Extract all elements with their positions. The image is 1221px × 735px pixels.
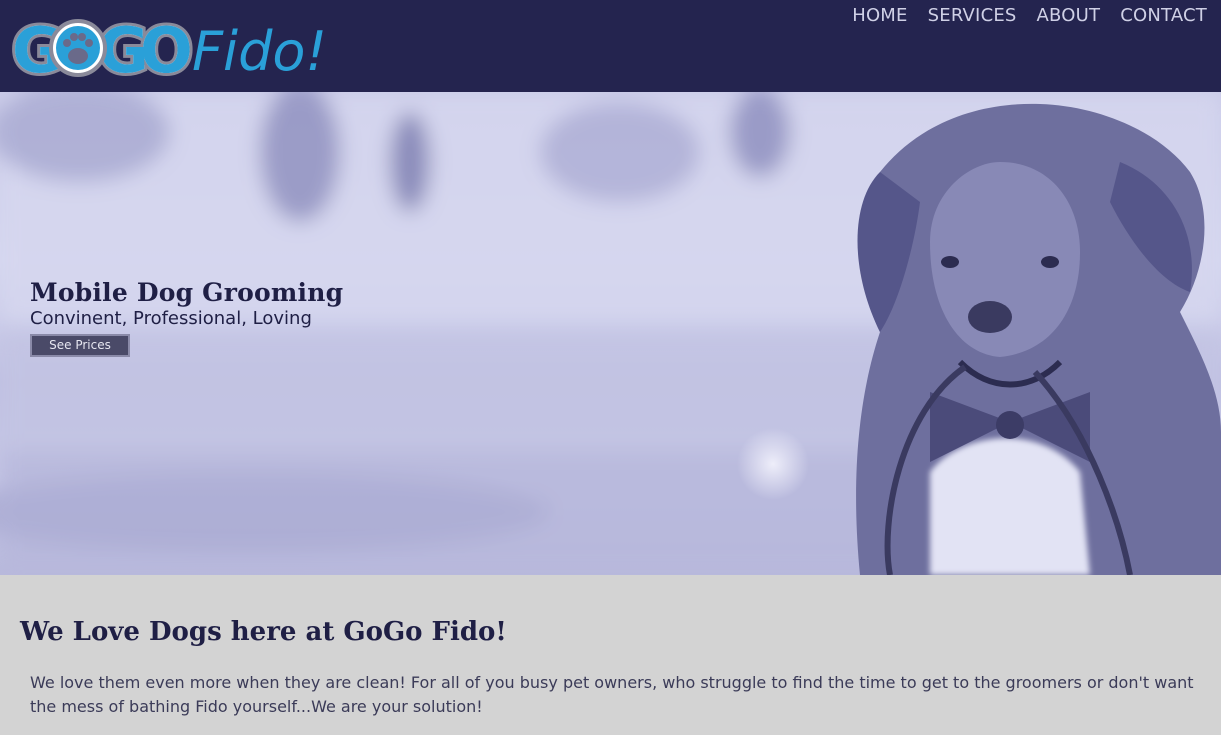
intro-paragraph: We love them even more when they are cle… (30, 673, 1194, 716)
hero-text-block: Mobile Dog Grooming Convinent, Professio… (30, 278, 343, 357)
main-nav: HOME SERVICES ABOUT CONTACT (852, 5, 1207, 26)
dog-figure (856, 103, 1221, 575)
bokeh-light (737, 428, 809, 500)
site-header: G G O G G O Fido! HOME SERVICES ABOUT CO… (0, 0, 1221, 92)
hero-subtitle: Convinent, Professional, Loving (30, 308, 312, 329)
svg-text:O: O (140, 14, 193, 82)
see-prices-button[interactable]: See Prices (30, 334, 130, 357)
hero-title: Mobile Dog Grooming (30, 278, 344, 307)
logo-graphic: G G O G G O Fido! (10, 11, 327, 82)
site-logo[interactable]: G G O G G O Fido! (10, 8, 330, 82)
nav-contact[interactable]: CONTACT (1120, 5, 1207, 26)
intro-heading: We Love Dogs here at GoGo Fido! (20, 617, 507, 647)
intro-section: We Love Dogs here at GoGo Fido! We love … (0, 575, 1221, 735)
logo-wordmark: Fido! (192, 20, 327, 82)
paw-icon (49, 19, 107, 77)
nav-services[interactable]: SERVICES (928, 5, 1017, 26)
hero-banner: Mobile Dog Grooming Convinent, Professio… (0, 92, 1221, 575)
nav-home[interactable]: HOME (852, 5, 907, 26)
nav-about[interactable]: ABOUT (1037, 5, 1101, 26)
